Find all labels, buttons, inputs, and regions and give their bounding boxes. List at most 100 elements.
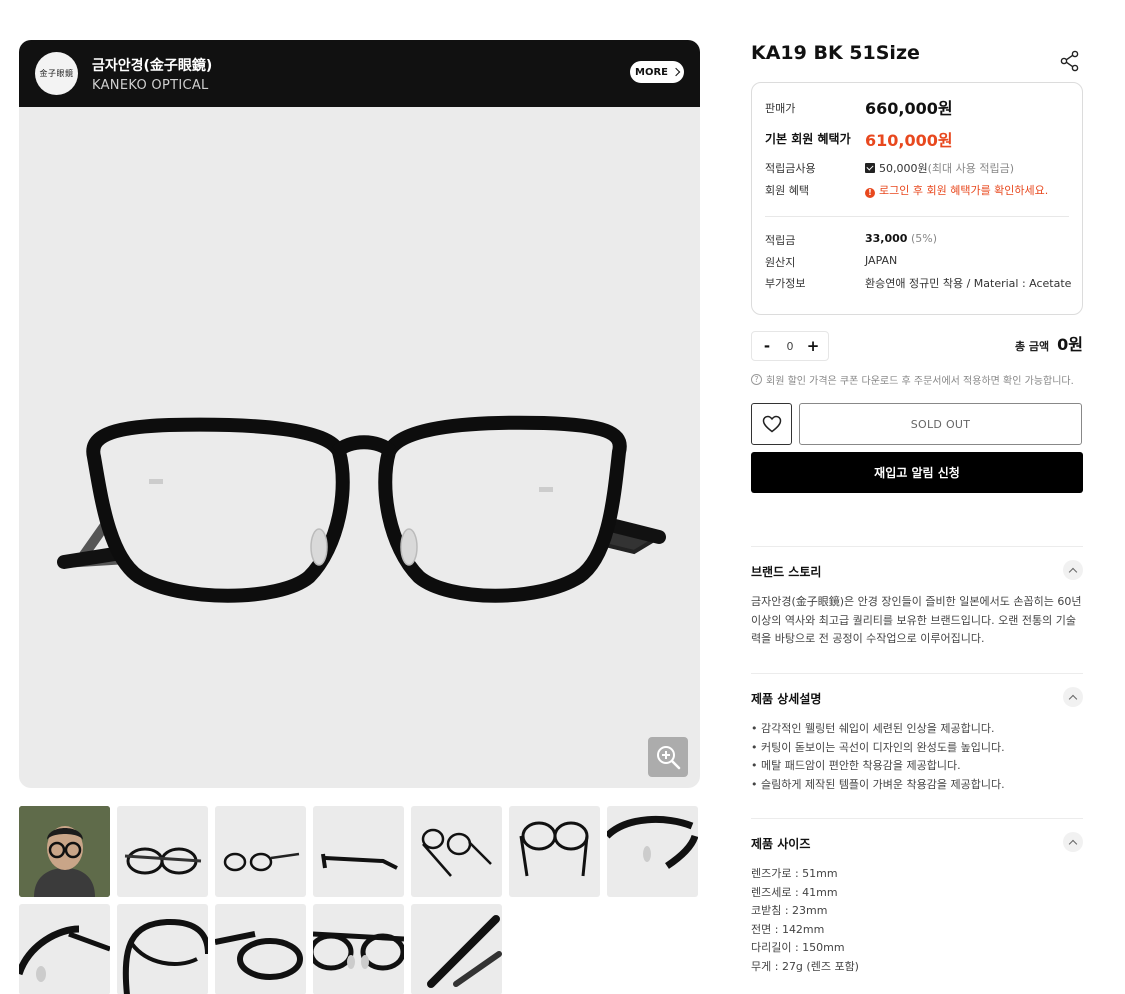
thumbnail-9[interactable] [117, 904, 208, 994]
member-benefit-row[interactable]: ! 로그인 후 회원 혜택가를 확인하세요. [865, 182, 1048, 198]
list-item: • 감각적인 웰링턴 쉐입이 세련된 인상을 제공합니다. [751, 722, 995, 735]
discount-note: ? 회원 할인 가격은 쿠폰 다운로드 후 주문서에서 적용하면 확인 가능합니… [751, 372, 1074, 387]
thumbnail-12[interactable] [411, 904, 502, 994]
price-info-box: 판매가 660,000원 기본 회원 혜택가 610,000원 적립금사용 50… [751, 82, 1083, 315]
member-benefit-value[interactable]: 로그인 후 회원 혜택가를 확인하세요. [879, 184, 1048, 197]
size-toggle[interactable] [1063, 832, 1083, 852]
zoom-button[interactable] [648, 737, 688, 777]
brand-more-button[interactable]: MORE [630, 61, 684, 83]
points-use-label: 적립금사용 [765, 162, 816, 175]
qty-value[interactable]: 0 [787, 340, 794, 353]
thumbnail-4[interactable] [313, 806, 404, 897]
question-icon: ? [751, 374, 762, 385]
reward-row: 33,000 (5%) [865, 232, 937, 245]
total-value: 0원 [1057, 335, 1083, 354]
list-item: 다리길이 : 150mm [751, 941, 845, 954]
extra-info-value: 환승연애 정규민 착용 / Material : Acetate [865, 277, 1072, 290]
list-item: 무게 : 27g (렌즈 포함) [751, 959, 859, 973]
more-label: MORE [635, 66, 668, 78]
share-button[interactable] [1059, 50, 1081, 72]
brand-story-title[interactable]: 브랜드 스토리 [751, 563, 821, 580]
points-use-row[interactable]: 50,000원(최대 사용 적립금) [865, 160, 1014, 176]
chevron-up-icon [1068, 567, 1078, 576]
chevron-right-icon [671, 67, 681, 77]
chevron-up-icon [1068, 694, 1078, 703]
details-title[interactable]: 제품 상세설명 [751, 690, 821, 707]
total-label: 총 금액 [1014, 340, 1050, 353]
glasses-temple-icon [427, 915, 502, 988]
member-benefit-label: 회원 혜택 [765, 184, 809, 197]
checkbox-checked-icon[interactable] [865, 163, 875, 173]
details-toggle[interactable] [1063, 687, 1083, 707]
product-title: KA19 BK 51Size [751, 42, 920, 64]
thumbnail-3[interactable] [215, 806, 306, 897]
thumbnail-11[interactable] [313, 904, 404, 994]
glasses-bridge-icon [313, 931, 404, 971]
discount-note-text: 회원 할인 가격은 쿠폰 다운로드 후 주문서에서 적용하면 확인 가능합니다. [766, 376, 1074, 387]
glasses-profile-icon [321, 853, 398, 870]
thumbnail-6[interactable] [509, 806, 600, 897]
price-value: 660,000원 [865, 99, 953, 118]
brand-name[interactable]: 금자안경(金子眼鏡) [92, 55, 212, 75]
glasses-angle-icon [421, 828, 492, 877]
list-item: • 커팅이 돋보이는 곡선이 디자인의 완성도를 높입니다. [751, 740, 1005, 754]
glasses-illustration [57, 415, 666, 603]
brand-story-body: 금자안경(金子眼鏡)은 안경 장인들이 즐비한 일본에서도 손꼽히는 60년 이… [751, 595, 1082, 645]
reward-label: 적립금 [765, 234, 796, 247]
list-item: 전면 : 142mm [751, 922, 825, 936]
member-price-value: 610,000원 [865, 131, 953, 150]
main-product-image[interactable] [19, 107, 700, 788]
extra-info-label: 부가정보 [765, 277, 806, 290]
model-photo-icon [19, 806, 110, 897]
qty-plus-button[interactable]: + [806, 337, 820, 355]
glasses-hinge-icon [215, 931, 303, 980]
size-list: 렌즈가로 : 51mm 렌즈세로 : 41mm 코받침 : 23mm 전면 : … [751, 865, 1086, 976]
list-item: 코받침 : 23mm [751, 904, 828, 917]
list-item: 렌즈가로 : 51mm [751, 867, 838, 880]
alert-icon: ! [865, 188, 875, 198]
sold-out-button[interactable]: SOLD OUT [799, 403, 1082, 445]
thumbnail-2[interactable] [117, 806, 208, 897]
member-price-label: 기본 회원 혜택가 [765, 132, 851, 146]
reward-value: 33,000 [865, 232, 908, 245]
wishlist-button[interactable] [751, 403, 792, 445]
share-icon [1060, 50, 1079, 72]
list-item: 렌즈세로 : 41mm [751, 885, 838, 899]
size-title[interactable]: 제품 사이즈 [751, 835, 810, 852]
price-divider [765, 216, 1069, 217]
brand-name-en: KANEKO OPTICAL [92, 78, 209, 93]
heart-icon [762, 415, 781, 433]
list-item: • 슬림하게 제작된 템플이 가벼운 착용감을 제공합니다. [751, 777, 1005, 791]
thumbnail-8[interactable] [19, 904, 110, 994]
total-price: 총 금액 0원 [1015, 331, 1083, 355]
section-divider [751, 818, 1083, 819]
brand-header: 金子眼鏡 금자안경(金子眼鏡) KANEKO OPTICAL MORE [19, 40, 700, 107]
zoom-in-icon [657, 746, 681, 770]
thumbnail-7[interactable] [607, 806, 698, 897]
price-label: 판매가 [765, 102, 796, 115]
brand-logo[interactable]: 金子眼鏡 [35, 52, 78, 95]
glasses-detail-icon [19, 925, 110, 982]
thumbnail-10[interactable] [215, 904, 306, 994]
origin-value: JAPAN [865, 254, 898, 267]
section-divider [751, 546, 1083, 547]
list-item: • 메탈 패드암이 편안한 착용감을 제공합니다. [751, 759, 961, 772]
glasses-closeup-icon [607, 815, 698, 869]
glasses-front-icon [124, 847, 202, 875]
restock-alert-button[interactable]: 재입고 알림 신청 [751, 452, 1083, 493]
thumbnail-1[interactable] [19, 806, 110, 897]
quantity-stepper: - 0 + [751, 331, 829, 361]
qty-minus-button[interactable]: - [760, 337, 774, 355]
section-divider [751, 673, 1083, 674]
glasses-rim-icon [122, 918, 208, 994]
origin-label: 원산지 [765, 256, 796, 269]
details-list: • 감각적인 웰링턴 쉐입이 세련된 인상을 제공합니다. • 커팅이 돋보이는… [751, 720, 1086, 794]
points-use-value: 50,000원 [879, 162, 928, 175]
thumbnail-5[interactable] [411, 806, 502, 897]
points-use-note: (최대 사용 적립금) [927, 162, 1015, 175]
glasses-side-icon [223, 852, 300, 872]
reward-percent: (5%) [910, 232, 937, 245]
brand-story-toggle[interactable] [1063, 560, 1083, 580]
glasses-top-icon [519, 821, 589, 877]
chevron-up-icon [1068, 839, 1078, 848]
